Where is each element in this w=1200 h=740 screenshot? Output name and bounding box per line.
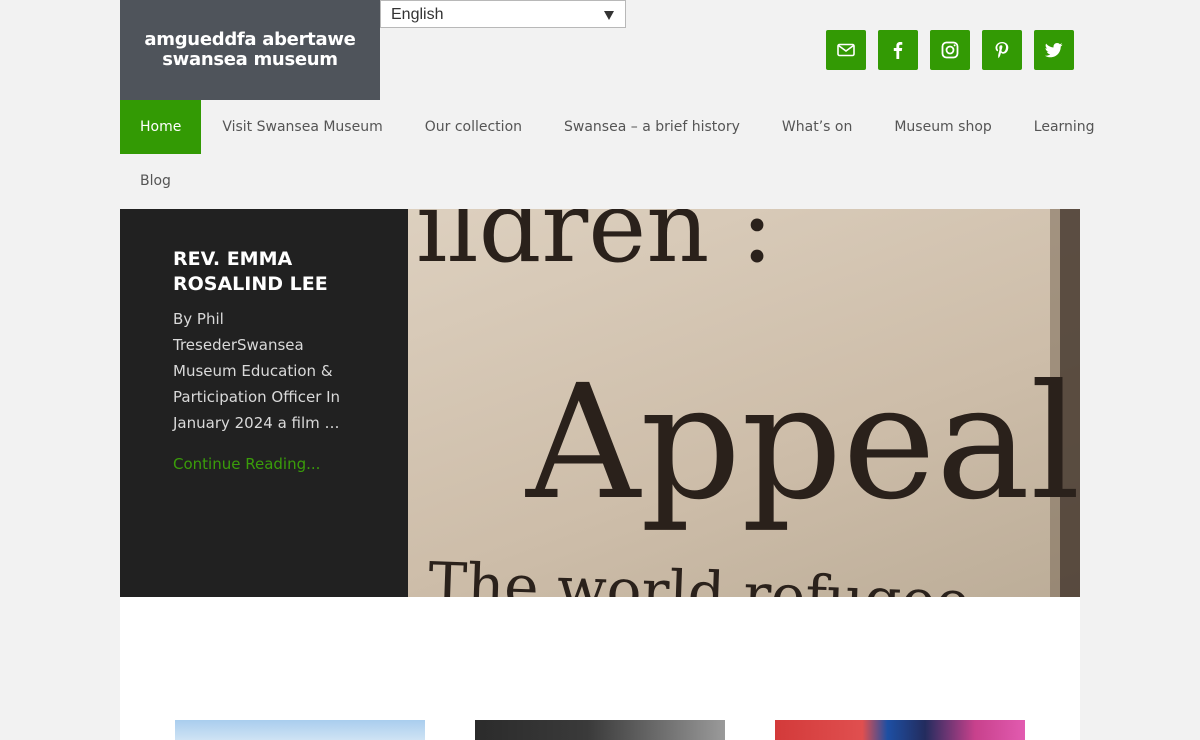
email-button[interactable]: [826, 30, 866, 70]
featured-post-panel: REV. EMMA ROSALIND LEE By Phil TresederS…: [120, 209, 408, 597]
post-thumbnail-1[interactable]: [175, 720, 425, 740]
blog-posts-area: [120, 597, 1080, 740]
post-thumbnail-3[interactable]: [775, 720, 1025, 740]
nav-row-2: Blog: [120, 154, 1080, 208]
nav-item-museum-shop[interactable]: Museum shop: [874, 100, 1013, 154]
envelope-icon: [837, 43, 855, 57]
facebook-button[interactable]: [878, 30, 918, 70]
twitter-icon: [1044, 43, 1063, 58]
image-text-bottom: The world refugee: [427, 549, 971, 597]
nav-row-1: Home Visit Swansea Museum Our collection…: [120, 100, 1095, 154]
pinterest-button[interactable]: [982, 30, 1022, 70]
twitter-button[interactable]: [1034, 30, 1074, 70]
featured-post-title[interactable]: REV. EMMA ROSALIND LEE: [173, 247, 373, 297]
featured-image-art: ildren : Appeal The world refugee: [416, 209, 1080, 597]
featured-post-excerpt: By Phil TresederSwansea Museum Education…: [173, 310, 341, 432]
nav-item-our-collection[interactable]: Our collection: [405, 100, 544, 154]
post-thumbnail-2[interactable]: [475, 720, 725, 740]
continue-reading-link[interactable]: Continue Reading...: [173, 455, 320, 473]
main-navigation: Home Visit Swansea Museum Our collection…: [120, 100, 1095, 208]
featured-post-slider: REV. EMMA ROSALIND LEE By Phil TresederS…: [120, 209, 1080, 597]
facebook-icon: [893, 42, 903, 59]
nav-item-learning[interactable]: Learning: [1014, 100, 1117, 154]
social-links: [826, 30, 1086, 70]
nav-item-home[interactable]: Home: [120, 100, 202, 154]
instagram-icon: [941, 41, 959, 59]
site-logo[interactable]: amgueddfa abertawe swansea museum: [120, 0, 380, 100]
nav-item-visit-swansea-museum[interactable]: Visit Swansea Museum: [202, 100, 404, 154]
nav-item-whats-on[interactable]: What’s on: [762, 100, 874, 154]
language-selected-value: English: [391, 6, 444, 23]
image-text-middle: Appeal: [525, 351, 1080, 535]
image-text-top: ildren :: [416, 209, 774, 285]
nav-item-blog[interactable]: Blog: [120, 154, 193, 208]
nav-item-swansea-brief-history[interactable]: Swansea – a brief history: [544, 100, 762, 154]
instagram-button[interactable]: [930, 30, 970, 70]
language-select[interactable]: English: [380, 0, 626, 28]
pinterest-icon: [995, 42, 1009, 59]
dropdown-arrow-icon: [604, 11, 614, 20]
logo-line-english: swansea museum: [162, 49, 338, 70]
featured-post-image[interactable]: ildren : Appeal The world refugee: [408, 209, 1080, 597]
logo-line-welsh: amgueddfa abertawe: [144, 29, 356, 50]
